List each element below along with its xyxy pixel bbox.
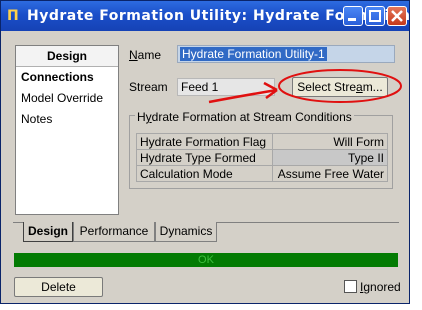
minimize-icon [348,18,356,21]
ignored-checkbox[interactable]: Ignored [344,280,401,294]
app-icon: Π [7,8,19,24]
close-button[interactable] [387,6,407,26]
row-label: Calculation Mode [136,165,273,182]
stream-label: Stream [129,80,168,94]
checkbox-box[interactable] [344,280,357,293]
page-item-model-override[interactable]: Model Override [16,88,118,109]
page-item-notes[interactable]: Notes [16,109,118,130]
name-field[interactable]: Hydrate Formation Utility-1 [177,45,395,63]
tab-performance[interactable]: Performance [73,222,155,242]
row-value: Assume Free Water [271,165,389,182]
stream-field[interactable]: Feed 1 [177,78,275,96]
tab-design[interactable]: Design [23,222,73,242]
table-row: Hydrate Formation Flag Will Form [136,133,389,150]
hydrate-conditions-table: Hydrate Formation Flag Will Form Hydrate… [136,133,389,182]
ignored-label: Ignored [360,280,401,294]
hydrate-conditions-title: Hydrate Formation at Stream Conditions [135,110,354,124]
row-value: Will Form [271,133,389,150]
design-page-header: Design [16,46,118,67]
table-row: Calculation Mode Assume Free Water [136,165,389,182]
title-bar[interactable]: Π Hydrate Formation Utility: Hydrate For… [1,1,422,31]
name-label: Name [129,48,162,62]
page-item-connections[interactable]: Connections [16,67,118,88]
maximize-button[interactable] [365,6,385,26]
row-label: Hydrate Type Formed [136,149,273,166]
maximize-icon [369,10,381,22]
select-stream-button[interactable]: Select Stream... [292,77,388,97]
name-value: Hydrate Formation Utility-1 [180,47,327,61]
delete-button[interactable]: Delete [14,277,103,297]
minimize-button[interactable] [343,6,363,26]
status-bar: OK [14,253,398,267]
close-icon [391,10,403,22]
row-label: Hydrate Formation Flag [136,133,273,150]
table-row: Hydrate Type Formed Type II [136,149,389,166]
design-page-list: Design Connections Model Override Notes [15,45,119,215]
hydrate-utility-window: Π Hydrate Formation Utility: Hydrate For… [0,0,422,304]
row-value: Type II [271,149,389,166]
tab-dynamics[interactable]: Dynamics [155,222,217,242]
